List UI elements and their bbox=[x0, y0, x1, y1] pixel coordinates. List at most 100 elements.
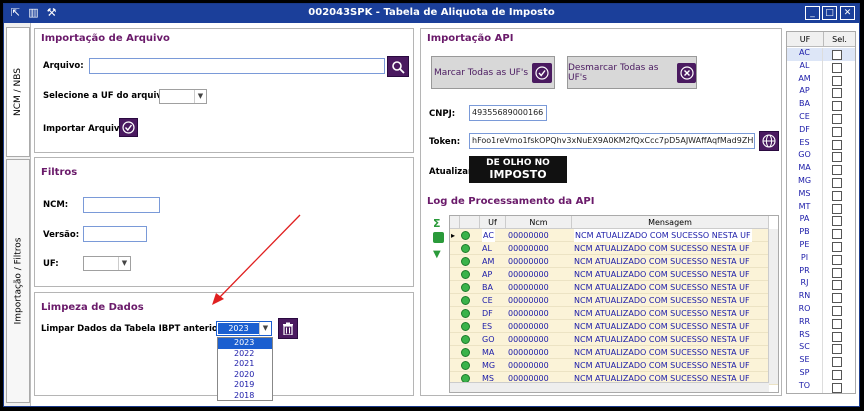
sel-checkbox[interactable] bbox=[832, 62, 842, 73]
dropdown-option[interactable]: 2019 bbox=[218, 380, 272, 391]
uf-row[interactable]: PI bbox=[787, 252, 855, 266]
uf-row[interactable]: TO bbox=[787, 380, 855, 393]
cnpj-input[interactable]: 49355689000166 bbox=[469, 105, 547, 121]
uf-row[interactable]: GO bbox=[787, 150, 855, 164]
log-row[interactable]: AP 00000000 NCM ATUALIZADO COM SUCESSO NES… bbox=[450, 268, 778, 281]
ncm-input[interactable] bbox=[83, 197, 160, 213]
sel-checkbox[interactable] bbox=[832, 229, 842, 240]
sel-checkbox[interactable] bbox=[832, 75, 842, 86]
globe-button[interactable] bbox=[759, 131, 779, 151]
uf-filter-select[interactable]: ▼ bbox=[83, 256, 131, 271]
grid-header-message[interactable]: Mensagem bbox=[572, 216, 769, 229]
dropdown-option[interactable]: 2023 bbox=[218, 338, 272, 349]
uf-row[interactable]: MS bbox=[787, 188, 855, 202]
sel-checkbox[interactable] bbox=[832, 357, 842, 368]
sel-checkbox[interactable] bbox=[832, 370, 842, 380]
token-input[interactable]: hFoo1reVmo1fskOPQhv3xNuEX9A0KM2fQxCcc7pD… bbox=[469, 133, 755, 149]
uf-row[interactable]: RO bbox=[787, 304, 855, 317]
log-row[interactable]: AL 00000000 NCM ATUALIZADO COM SUCESSO NES… bbox=[450, 242, 778, 255]
sel-checkbox[interactable] bbox=[832, 382, 842, 393]
uf-row[interactable]: PA bbox=[787, 214, 855, 228]
import-button[interactable] bbox=[119, 118, 138, 137]
sel-checkbox[interactable] bbox=[832, 280, 842, 291]
log-row[interactable]: GO 00000000 NCM ATUALIZADO COM SUCESSO NES… bbox=[450, 333, 778, 346]
log-row[interactable]: DF 00000000 NCM ATUALIZADO COM SUCESSO NES… bbox=[450, 307, 778, 320]
log-row[interactable]: AM 00000000 NCM ATUALIZADO COM SUCESSO NES… bbox=[450, 255, 778, 268]
uf-row[interactable]: PB bbox=[787, 227, 855, 240]
uf-row[interactable]: MG bbox=[787, 176, 855, 189]
sigma-icon[interactable]: Σ bbox=[433, 217, 441, 230]
version-input[interactable] bbox=[83, 226, 147, 242]
sel-checkbox[interactable] bbox=[832, 267, 842, 278]
uf-row[interactable]: DF bbox=[787, 124, 855, 138]
sel-column-header[interactable]: Sel. bbox=[824, 32, 855, 47]
log-row[interactable]: BA 00000000 NCM ATUALIZADO COM SUCESSO NES… bbox=[450, 281, 778, 294]
dropdown-option[interactable]: 2018 bbox=[218, 391, 272, 402]
log-row[interactable]: MA 00000000 NCM ATUALIZADO COM SUCESSO NES… bbox=[450, 346, 778, 359]
sel-checkbox[interactable] bbox=[832, 293, 842, 304]
uf-row[interactable]: PE bbox=[787, 240, 855, 253]
dropdown-option[interactable]: 2021 bbox=[218, 359, 272, 370]
uf-row[interactable]: MA bbox=[787, 163, 855, 176]
sel-checkbox[interactable] bbox=[832, 344, 842, 355]
grid-header-ncm[interactable]: Ncm bbox=[506, 216, 572, 229]
sel-checkbox[interactable] bbox=[832, 114, 842, 124]
uf-row[interactable]: AM bbox=[787, 73, 855, 87]
close-button[interactable]: ✕ bbox=[840, 6, 855, 20]
grid-header-uf[interactable]: Uf bbox=[480, 216, 506, 229]
sel-checkbox[interactable] bbox=[832, 203, 842, 214]
export-icon[interactable] bbox=[433, 232, 444, 243]
uf-row[interactable]: AC bbox=[787, 48, 855, 61]
unmark-all-button[interactable]: Desmarcar Todas as UF's bbox=[567, 56, 697, 89]
uf-row[interactable]: SE bbox=[787, 355, 855, 368]
uf-row[interactable]: RR bbox=[787, 316, 855, 330]
uf-row[interactable]: RS bbox=[787, 329, 855, 343]
uf-row[interactable]: ES bbox=[787, 137, 855, 151]
uf-row[interactable]: RJ bbox=[787, 278, 855, 292]
uf-row[interactable]: RN bbox=[787, 291, 855, 304]
dropdown-option[interactable]: 2022 bbox=[218, 349, 272, 360]
browse-button[interactable] bbox=[387, 56, 409, 77]
uf-row[interactable]: SC bbox=[787, 342, 855, 356]
sel-checkbox[interactable] bbox=[832, 101, 842, 112]
sel-checkbox[interactable] bbox=[832, 254, 842, 265]
mark-all-button[interactable]: Marcar Todas as UF's bbox=[431, 56, 555, 89]
file-input[interactable] bbox=[89, 58, 385, 74]
delete-button[interactable] bbox=[278, 318, 298, 339]
expand-down-icon[interactable]: ▼ bbox=[433, 249, 441, 260]
log-vertical-scrollbar[interactable] bbox=[768, 229, 778, 384]
dropdown-option[interactable]: 2020 bbox=[218, 370, 272, 381]
log-row[interactable]: CE 00000000 NCM ATUALIZADO COM SUCESSO NES… bbox=[450, 294, 778, 307]
sel-checkbox[interactable] bbox=[832, 190, 842, 201]
uf-row[interactable]: SP bbox=[787, 368, 855, 381]
sel-checkbox[interactable] bbox=[832, 216, 842, 227]
sel-checkbox[interactable] bbox=[832, 331, 842, 342]
uf-row[interactable]: PR bbox=[787, 265, 855, 279]
uf-row[interactable]: AP bbox=[787, 86, 855, 100]
sel-checkbox[interactable] bbox=[832, 152, 842, 163]
uf-row[interactable]: BA bbox=[787, 99, 855, 112]
uf-row[interactable]: CE bbox=[787, 112, 855, 125]
log-row[interactable]: MG 00000000 NCM ATUALIZADO COM SUCESSO NES… bbox=[450, 359, 778, 372]
log-row[interactable]: ▸ AC 00000000 NCM ATUALIZADO COM SUCESSO NE… bbox=[450, 229, 778, 242]
uf-column-header[interactable]: UF bbox=[787, 32, 824, 47]
minimize-button[interactable]: _ bbox=[805, 6, 820, 20]
sel-checkbox[interactable] bbox=[832, 306, 842, 316]
sel-checkbox[interactable] bbox=[832, 242, 842, 252]
log-horizontal-scrollbar[interactable] bbox=[450, 382, 769, 392]
tab-ncm-nbs[interactable]: NCM / NBS bbox=[6, 27, 30, 157]
tab-importacao-filtros[interactable]: Importação / Filtros bbox=[6, 159, 30, 403]
sel-checkbox[interactable] bbox=[832, 126, 842, 137]
sel-checkbox[interactable] bbox=[832, 318, 842, 329]
de-olho-no-imposto-button[interactable]: DE OLHO NO IMPOSTO bbox=[469, 156, 567, 183]
sel-checkbox[interactable] bbox=[832, 88, 842, 99]
sel-checkbox[interactable] bbox=[832, 139, 842, 150]
sel-checkbox[interactable] bbox=[832, 50, 842, 60]
uf-row[interactable]: AL bbox=[787, 60, 855, 74]
sel-checkbox[interactable] bbox=[832, 165, 842, 176]
log-row[interactable]: ES 00000000 NCM ATUALIZADO COM SUCESSO NES… bbox=[450, 320, 778, 333]
year-select[interactable]: 2023 ▼ bbox=[216, 321, 272, 336]
uf-file-select[interactable]: ▼ bbox=[159, 89, 207, 104]
maximize-button[interactable]: □ bbox=[822, 6, 837, 20]
sel-checkbox[interactable] bbox=[832, 178, 842, 188]
